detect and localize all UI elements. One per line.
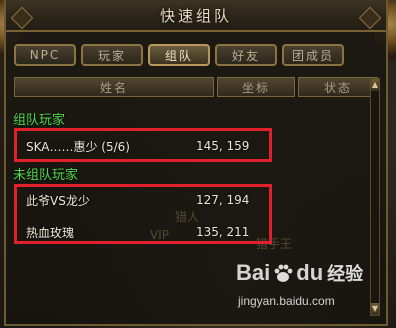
tab-bar: NPC 玩家 组队 好友 团成员 — [14, 44, 344, 68]
tab-group-members[interactable]: 团成员 — [282, 44, 344, 66]
logo-text-right: du — [296, 260, 324, 285]
title-bar[interactable]: 快速组队 — [6, 0, 386, 32]
window-title: 快速组队 — [159, 6, 232, 25]
section-label-grouped: 组队玩家 — [13, 113, 66, 128]
title-ornament-right-icon — [358, 6, 382, 30]
watermark-url: jingyan.baidu.com — [238, 294, 335, 308]
tab-players[interactable]: 玩家 — [81, 44, 143, 66]
list-header: 姓名 坐标 状态 — [14, 77, 380, 97]
baidu-jingyan-watermark: Bai du 经验 jingyan.baidu.com — [236, 260, 386, 320]
annotation-highlight-box — [14, 184, 272, 244]
tab-npc[interactable]: NPC — [14, 44, 76, 66]
scroll-up-icon[interactable]: ▲ — [371, 79, 379, 91]
paw-icon — [274, 264, 293, 282]
column-header-status[interactable]: 状态 — [298, 77, 378, 97]
logo-text-left: Bai — [236, 260, 271, 285]
column-header-name[interactable]: 姓名 — [14, 77, 214, 97]
annotation-highlight-box — [14, 128, 272, 162]
logo-suffix: 经验 — [327, 264, 364, 284]
section-label-ungrouped: 未组队玩家 — [13, 168, 79, 183]
column-header-coord[interactable]: 坐标 — [217, 77, 295, 97]
tab-team[interactable]: 组队 — [148, 44, 210, 66]
baidu-logo: Bai du 经验 — [236, 260, 363, 286]
tab-friends[interactable]: 好友 — [215, 44, 277, 66]
title-ornament-left-icon — [10, 6, 34, 30]
